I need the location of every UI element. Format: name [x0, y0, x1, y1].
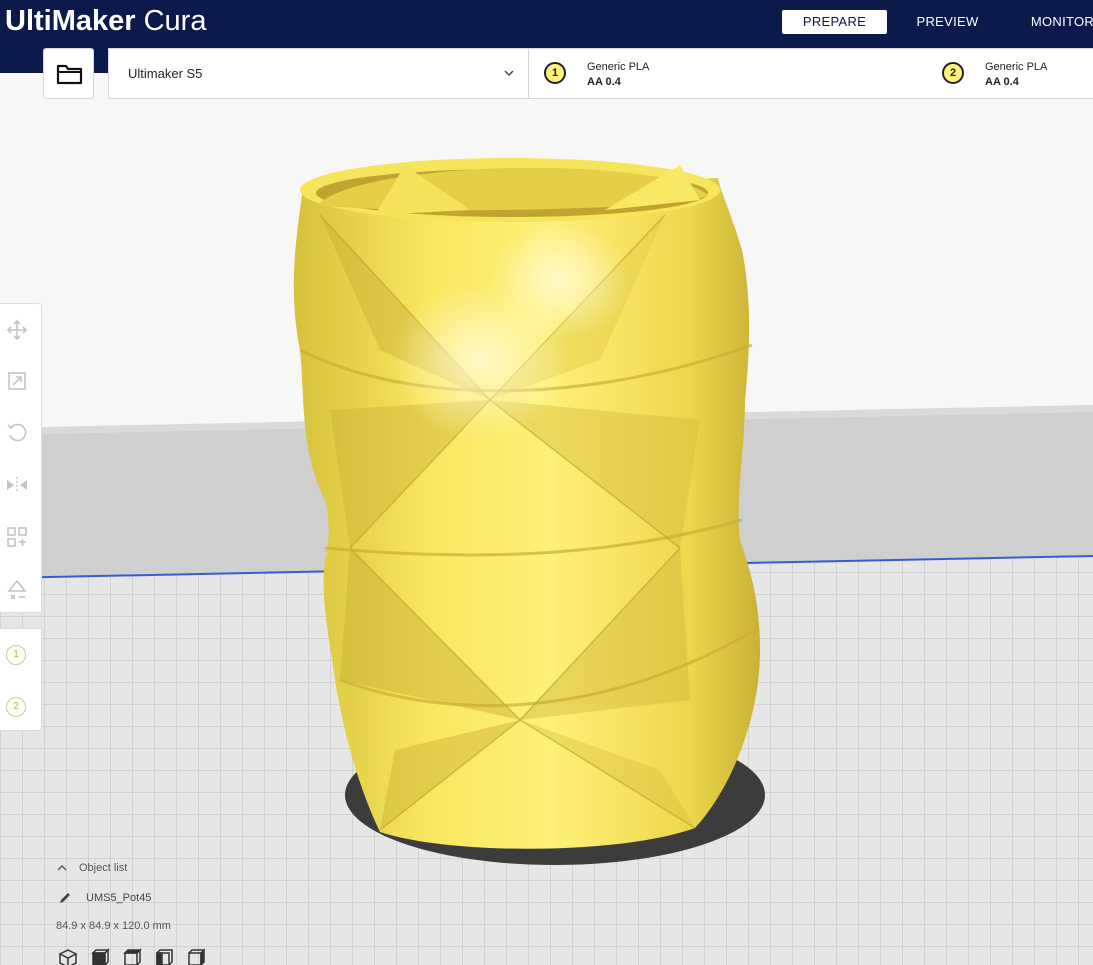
scale-icon[interactable]: [5, 369, 29, 393]
extruder-2-badge: 2: [942, 62, 964, 84]
extruder-1-badge: 1: [544, 62, 566, 84]
extruder-1-nozzle: AA 0.4: [587, 76, 621, 88]
front-view-icon[interactable]: [90, 948, 110, 965]
support-blocker-icon[interactable]: [5, 577, 29, 601]
3d-view-icon[interactable]: [58, 948, 78, 965]
extruder-1-config[interactable]: 1 Generic PLA AA 0.4: [544, 49, 794, 98]
folder-icon: [56, 64, 83, 85]
build-plate-viewport[interactable]: [0, 99, 1093, 965]
extruder-selector-panel: 1 2: [0, 628, 42, 731]
machine-name: Ultimaker S5: [128, 66, 203, 81]
extruder-2-config[interactable]: 2 Generic PLA AA 0.4: [942, 49, 1092, 98]
chevron-up-icon: [57, 865, 67, 871]
object-list-label: Object list: [79, 862, 128, 874]
extruder-1-material: Generic PLA: [587, 61, 650, 73]
move-icon[interactable]: [5, 318, 29, 342]
tool-panel: [0, 303, 42, 613]
object-dimensions: 84.9 x 84.9 x 120.0 mm: [56, 920, 171, 932]
left-view-icon[interactable]: [154, 948, 174, 965]
tab-prepare[interactable]: PREPARE: [782, 10, 887, 34]
right-view-icon[interactable]: [186, 948, 206, 965]
machine-bar: Ultimaker S5 1 Generic PLA AA 0.4 2 Gene…: [108, 48, 1093, 99]
object-name: UMS5_Pot45: [86, 891, 152, 904]
machine-selector[interactable]: Ultimaker S5: [109, 49, 529, 98]
logo-light: Cura: [135, 5, 207, 37]
pencil-icon: [60, 893, 70, 903]
object-name-row[interactable]: UMS5_Pot45: [58, 891, 151, 905]
extruder-2-select[interactable]: 2: [6, 697, 26, 717]
extruder-1-select[interactable]: 1: [6, 645, 26, 665]
tab-preview[interactable]: PREVIEW: [905, 10, 990, 34]
rotate-icon[interactable]: [5, 420, 29, 444]
tab-monitor[interactable]: MONITOR: [1020, 10, 1093, 34]
chevron-down-icon: [504, 70, 514, 77]
extruder-2-nozzle: AA 0.4: [985, 76, 1019, 88]
logo-bold: UltiMaker: [5, 5, 136, 37]
open-file-button[interactable]: [43, 48, 94, 99]
top-view-icon[interactable]: [122, 948, 142, 965]
app-logo: UltiMaker Cura: [5, 3, 206, 39]
mirror-icon[interactable]: [5, 473, 29, 497]
extruder-2-material: Generic PLA: [985, 61, 1048, 73]
per-model-settings-icon[interactable]: [5, 525, 29, 549]
object-list-toggle[interactable]: Object list: [57, 862, 127, 874]
